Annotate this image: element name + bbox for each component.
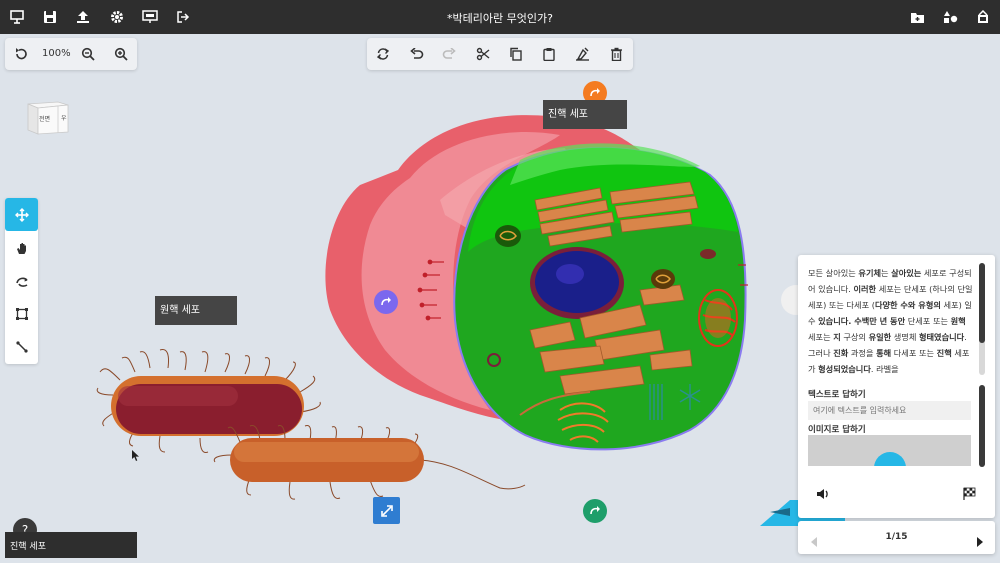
description-text-run: 지 [833, 332, 841, 342]
page-indicator: 1/15 [885, 532, 908, 542]
eukaryote-label[interactable]: 진핵 세포 [543, 100, 627, 129]
answer-scrollbar[interactable] [979, 385, 985, 467]
document-title: *박테리아란 무엇인가? [447, 12, 553, 25]
eukaryotic-cell-model[interactable] [325, 115, 748, 451]
page-navigator: 1/15 [798, 521, 995, 554]
description-text-run: 진핵 [936, 348, 952, 358]
rotate-handle-icon[interactable] [374, 290, 398, 314]
description-text-run: 형태였습니다 [918, 332, 965, 342]
upload-image-icon[interactable] [874, 452, 906, 466]
add-folder-icon[interactable] [907, 7, 927, 27]
description-text-run: 유일한 [868, 332, 892, 342]
selected-object-label: 진핵 세포 [5, 532, 137, 558]
description-text-run: 구상의 [840, 332, 869, 342]
description-text-run: 다세포 또는 [891, 348, 937, 358]
description-text-run: 유기체 [858, 268, 882, 278]
description-text-run: 있습니다. 수백만 년 동안 [818, 316, 906, 326]
description-text-run: 원핵 [950, 316, 966, 326]
description-scrollbar[interactable] [979, 263, 985, 375]
resize-handle-icon[interactable] [373, 497, 400, 524]
rotate-handle-icon[interactable] [583, 499, 607, 523]
description-text-run: 이러한 [853, 284, 877, 294]
image-answer-label: 이미지로 답하기 [808, 425, 866, 435]
next-page-icon[interactable] [976, 532, 984, 551]
description-text-run: 살아있는 [891, 268, 922, 278]
question-description: 모든 살아있는 유기체는 살아있는 세포로 구성되어 있습니다. 이러한 세포는… [808, 265, 974, 377]
shapes-icon[interactable] [940, 7, 960, 27]
mouse-cursor-icon [132, 446, 140, 465]
prokaryote-label[interactable]: 원핵 세포 [155, 296, 237, 325]
description-text-run: 모든 살아있는 [808, 268, 859, 278]
description-text-run: 통해 [876, 348, 892, 358]
description-text-run: . 라벨을 [870, 364, 899, 374]
description-text-run: 는 [881, 268, 892, 278]
description-text-run: 세포는 [808, 332, 834, 342]
description-text-run: 생명체 [891, 332, 919, 342]
image-answer-area[interactable] [808, 435, 971, 466]
description-text-run: 진화 [833, 348, 849, 358]
finish-flag-icon[interactable] [963, 485, 976, 504]
description-text-run: 과정을 [848, 348, 877, 358]
description-text-run: 단세포 또는 [905, 316, 951, 326]
question-panel: 모든 살아있는 유기체는 살아있는 세포로 구성되어 있습니다. 이러한 세포는… [798, 255, 995, 518]
library-icon[interactable] [973, 7, 993, 27]
text-answer-input[interactable] [808, 401, 971, 420]
description-text-run: 형성되었습니다 [818, 364, 871, 374]
speaker-icon[interactable] [816, 485, 830, 504]
text-answer-label: 텍스트로 답하기 [808, 390, 866, 400]
top-bar: *박테리아란 무엇인가? [0, 0, 1000, 34]
description-text-run: 다양한 수와 유형의 [874, 300, 941, 310]
